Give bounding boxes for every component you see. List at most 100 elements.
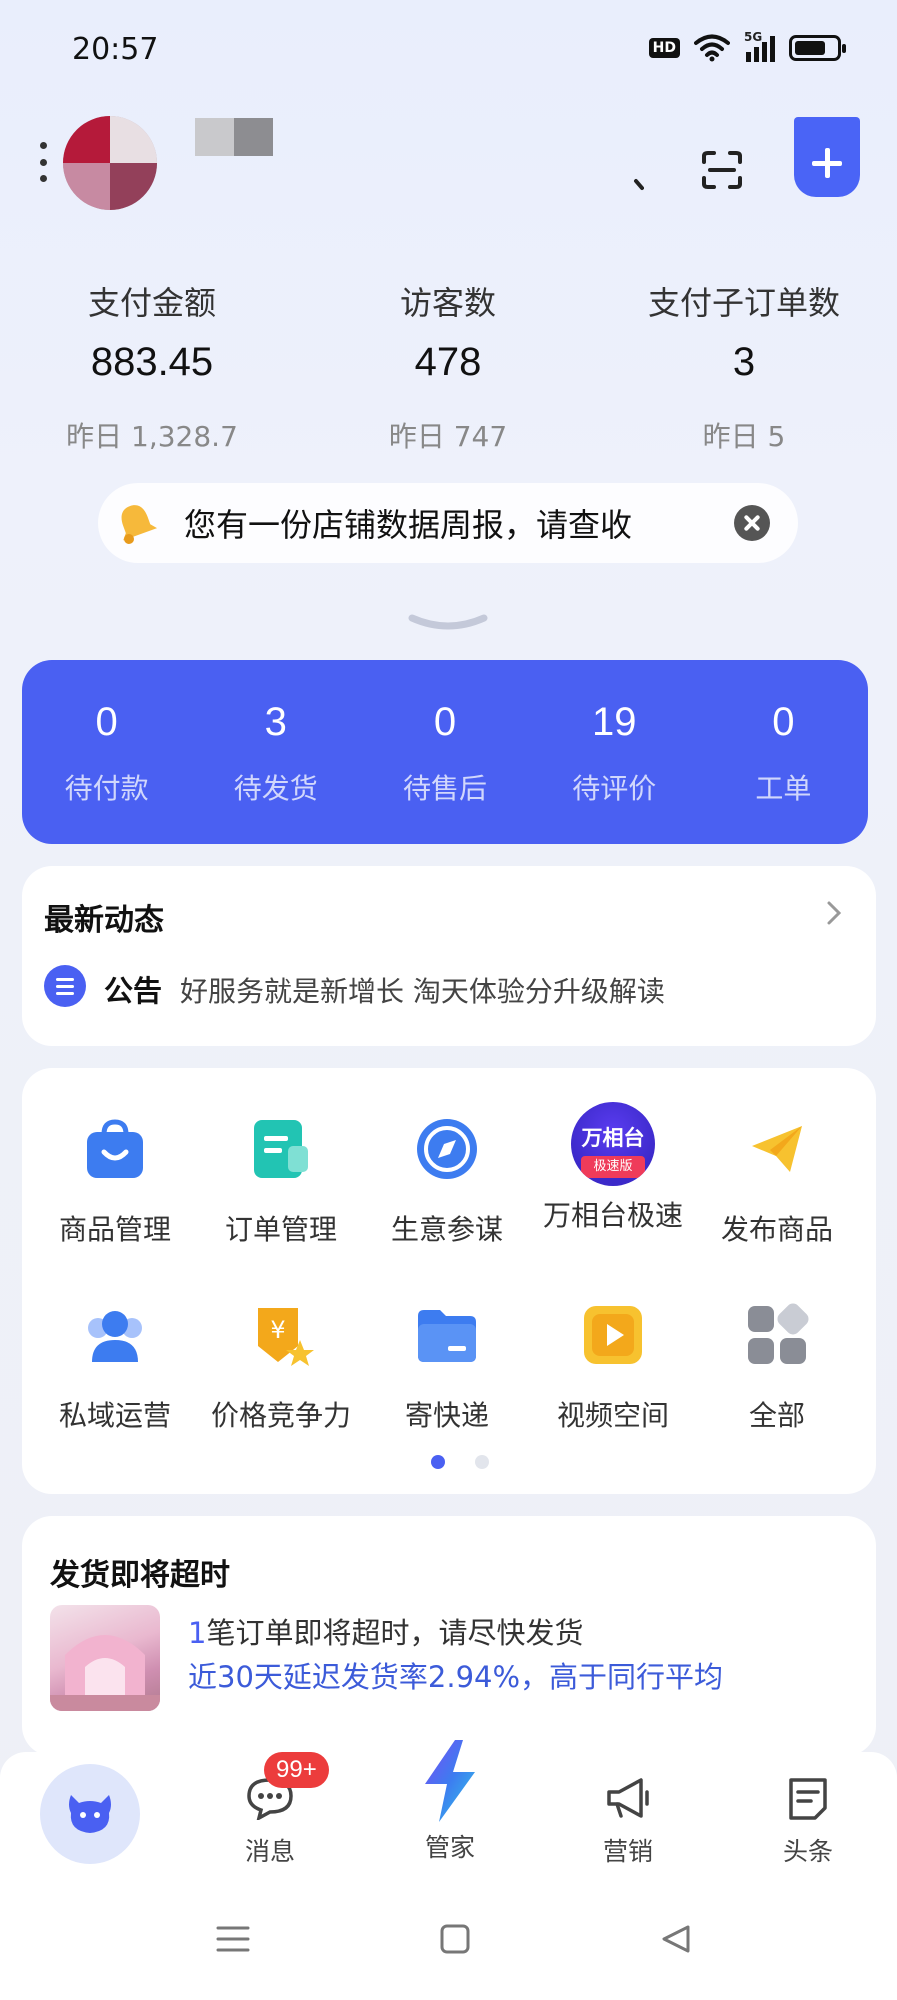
stat-payment-amount[interactable]: 支付金额 883.45 昨日 1,328.7	[12, 278, 292, 455]
nav-headlines[interactable]: 头条	[738, 1776, 878, 1868]
order-count: 0	[95, 700, 118, 744]
folder-box-icon	[418, 1310, 476, 1362]
stat-yesterday: 昨日 747	[388, 420, 508, 453]
tool-label: 万相台极速	[542, 1199, 683, 1232]
battery-icon	[789, 35, 846, 61]
tool-label: 发布商品	[720, 1213, 833, 1246]
stat-label: 支付金额	[87, 284, 216, 322]
wanxiangtai-icon-subtitle: 极速版	[581, 1156, 645, 1178]
shop-name-redacted[interactable]	[195, 118, 273, 156]
stat-paid-suborders[interactable]: 支付子订单数 3 昨日 5	[604, 278, 884, 455]
nav-marketing[interactable]: 营销	[558, 1776, 698, 1868]
nav-assistant[interactable]: 管家	[380, 1738, 520, 1864]
compass-icon	[417, 1119, 477, 1179]
order-count: 0	[772, 700, 795, 744]
order-pending-payment[interactable]: 0 待付款	[22, 660, 191, 844]
order-label: 工单	[755, 772, 812, 805]
home-square-icon[interactable]	[440, 1924, 470, 1954]
announcement-icon	[44, 965, 86, 1007]
grid-all-icon	[748, 1303, 809, 1364]
svg-text:¥: ¥	[270, 1316, 285, 1344]
shipping-order-count: 1	[188, 1616, 207, 1650]
menu-icon[interactable]	[216, 1924, 250, 1954]
close-icon[interactable]	[734, 505, 770, 541]
notice-text: 您有一份店铺数据周报，请查收	[184, 506, 633, 544]
order-label: 待评价	[572, 772, 657, 805]
scan-icon[interactable]	[700, 150, 744, 190]
message-badge: 99+	[264, 1752, 329, 1788]
search-icon[interactable]	[608, 155, 644, 191]
announcement-text[interactable]: 好服务就是新增长 淘天体验分升级解读	[180, 970, 665, 1010]
tool-product-management[interactable]: 商品管理	[32, 1116, 198, 1248]
order-label: 待发货	[233, 772, 318, 805]
tool-label: 生意参谋	[390, 1213, 503, 1246]
tool-label: 全部	[748, 1399, 805, 1432]
order-after-sales[interactable]: 0 待售后	[360, 660, 529, 844]
tool-wanxiangtai[interactable]: 万相台 极速版 万相台极速	[530, 1102, 696, 1234]
status-time: 20:57	[72, 32, 159, 67]
announcement-tag: 公告	[104, 974, 163, 1008]
tool-business-advisor[interactable]: 生意参谋	[364, 1116, 530, 1248]
weekly-report-notice[interactable]: 您有一份店铺数据周报，请查收	[98, 483, 798, 563]
order-label: 待付款	[64, 772, 149, 805]
tool-video-space[interactable]: 视频空间	[530, 1302, 696, 1434]
nav-label: 管家	[424, 1833, 475, 1862]
chevron-down-icon[interactable]	[406, 612, 490, 634]
mascot-icon	[69, 1795, 111, 1833]
news-card[interactable]	[22, 866, 876, 1046]
tool-private-domain[interactable]: 私域运营	[32, 1302, 198, 1434]
shipping-line1-text: 笔订单即将超时，请尽快发货	[206, 1616, 584, 1650]
stat-yesterday: 昨日 1,328.7	[66, 420, 238, 453]
lightning-icon	[425, 1740, 475, 1822]
stat-yesterday: 昨日 5	[702, 420, 786, 453]
order-label: 待售后	[403, 772, 488, 805]
status-icons: HD 5G	[648, 30, 846, 62]
video-play-icon	[584, 1306, 642, 1364]
bag-icon	[87, 1119, 143, 1178]
price-tag-icon: ¥	[258, 1308, 314, 1366]
wanxiangtai-icon-title: 万相台	[581, 1126, 645, 1150]
tool-label: 订单管理	[224, 1213, 337, 1246]
order-tickets[interactable]: 0 工单	[699, 660, 868, 844]
order-count: 0	[433, 700, 457, 744]
add-button[interactable]	[794, 117, 860, 197]
bell-icon	[121, 505, 158, 544]
megaphone-icon	[607, 1778, 649, 1818]
order-pending-shipment[interactable]: 3 待发货	[191, 660, 360, 844]
tool-label: 寄快递	[404, 1399, 489, 1432]
stat-label: 支付子订单数	[647, 284, 840, 322]
order-count: 19	[591, 700, 637, 744]
shipping-title: 发货即将超时	[50, 1558, 230, 1593]
tool-label: 私域运营	[58, 1399, 171, 1432]
nav-label: 营销	[602, 1837, 653, 1866]
order-pending-review[interactable]: 19 待评价	[530, 660, 699, 844]
back-triangle-icon[interactable]	[660, 1924, 692, 1954]
tool-publish-product[interactable]: 发布商品	[694, 1116, 860, 1248]
tool-send-express[interactable]: 寄快递	[364, 1302, 530, 1434]
stat-value: 3	[732, 340, 756, 384]
paper-plane-icon	[752, 1126, 802, 1172]
tool-label: 价格竞争力	[210, 1399, 351, 1432]
stat-value: 478	[414, 340, 482, 384]
more-menu-icon[interactable]	[36, 142, 50, 182]
nav-label: 头条	[782, 1837, 833, 1866]
network-label: 5G	[744, 30, 763, 44]
shipping-delay-rate[interactable]: 近30天延迟发货率2.94%，高于同行平均	[188, 1654, 723, 1696]
stat-visitors[interactable]: 访客数 478 昨日 747	[308, 278, 588, 455]
document-icon	[789, 1778, 827, 1820]
shop-avatar[interactable]	[63, 116, 157, 210]
tool-all[interactable]: 全部	[694, 1302, 860, 1434]
page-indicator-active	[431, 1455, 445, 1469]
tool-price-competitiveness[interactable]: ¥ 价格竞争力	[198, 1302, 364, 1434]
nav-label: 消息	[244, 1837, 295, 1866]
chevron-right-icon[interactable]	[825, 900, 843, 926]
stat-label: 访客数	[399, 284, 496, 322]
tool-order-management[interactable]: 订单管理	[198, 1116, 364, 1248]
nav-messages[interactable]: 消息	[200, 1776, 340, 1868]
signal-icon: 5G	[744, 30, 775, 62]
nav-home[interactable]	[40, 1764, 140, 1864]
product-thumbnail	[50, 1605, 160, 1711]
order-count: 3	[264, 700, 287, 744]
users-icon	[88, 1311, 142, 1362]
tool-label: 商品管理	[58, 1213, 171, 1246]
